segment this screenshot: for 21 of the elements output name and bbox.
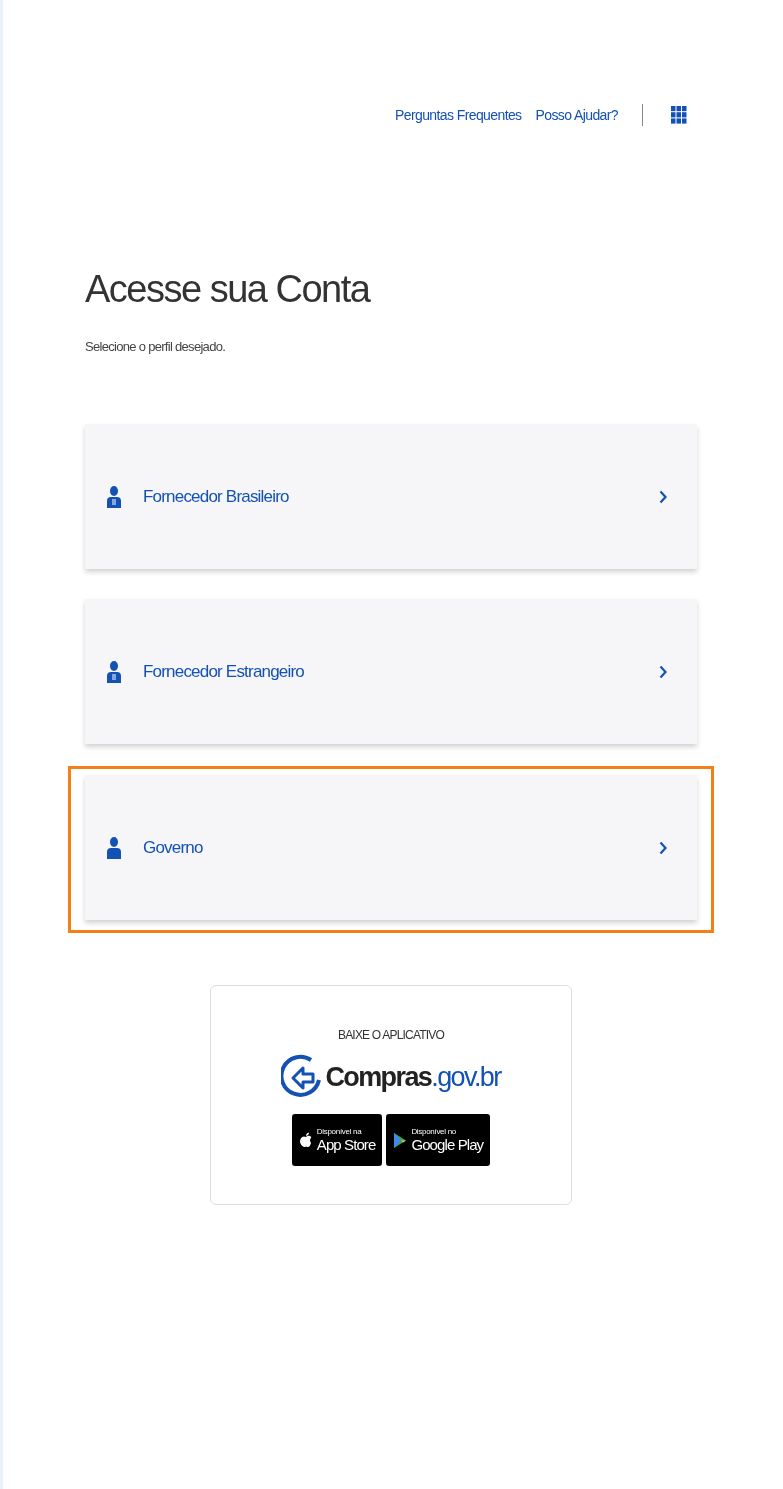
person-with-tie-icon — [107, 660, 121, 683]
app-heading: BAIXE O APLICATIVO — [337, 1028, 445, 1042]
chevron-right-icon — [659, 664, 667, 679]
profile-option[interactable]: Fornecedor Estrangeiro — [85, 599, 697, 744]
app-logo-icon — [281, 1054, 324, 1100]
app-logo-text: Compras.gov.br — [325, 1061, 501, 1093]
chevron-right-icon — [659, 840, 667, 855]
store-badge[interactable]: Disponível na App Store — [291, 1114, 383, 1166]
header-link[interactable]: Perguntas Frequentes — [395, 107, 522, 123]
profile-option[interactable]: Governo — [85, 775, 697, 920]
profile-option[interactable]: Fornecedor Brasileiro — [85, 424, 697, 569]
chevron-right-icon — [659, 489, 667, 504]
apps-grid-icon[interactable] — [671, 106, 687, 124]
apple-icon — [298, 1131, 313, 1149]
store-badge[interactable]: Disponível no Google Play — [386, 1114, 491, 1166]
person-icon — [107, 836, 121, 859]
person-with-tie-icon — [107, 485, 121, 508]
page-subtitle: Selecione o perfil desejado. — [85, 339, 227, 354]
header-link[interactable]: Posso Ajudar? — [535, 107, 618, 123]
page-title: Acesse sua Conta — [85, 268, 372, 311]
play-triangle-icon — [393, 1131, 408, 1149]
